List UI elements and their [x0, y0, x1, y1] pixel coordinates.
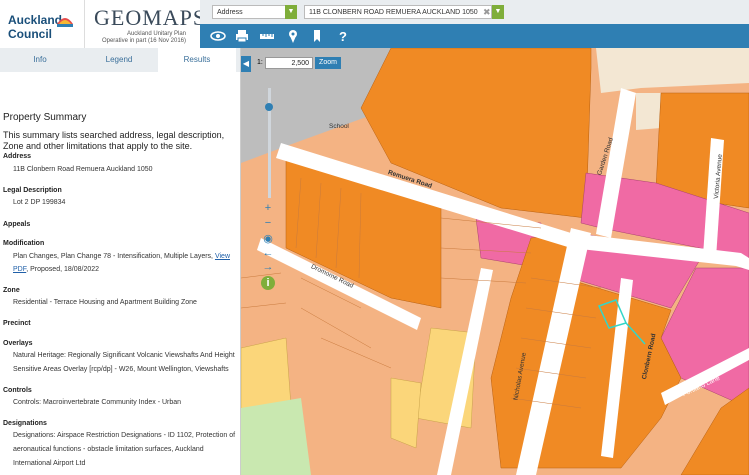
overlays-value: Natural Heritage: Regionally Significant…	[13, 352, 235, 373]
pin-icon[interactable]	[284, 27, 302, 45]
controls-label: Controls	[3, 387, 32, 394]
tab-info[interactable]: Info	[0, 48, 80, 72]
appeals-label: Appeals	[3, 221, 31, 228]
address-dropdown-icon[interactable]: ▼	[492, 5, 504, 19]
print-icon[interactable]	[233, 27, 251, 45]
modification-text: Plan Changes, Plan Change 78 - Intensifi…	[13, 253, 215, 260]
zone-value: Residential - Terrace Housing and Apartm…	[13, 299, 197, 306]
search-type-select[interactable]: Address	[212, 5, 296, 19]
scale-input[interactable]: 2,500	[265, 57, 313, 69]
measure-icon[interactable]	[258, 27, 276, 45]
legal-description-label: Legal Description	[3, 187, 62, 194]
modification-status: , Proposed, 18/08/2022	[26, 266, 100, 273]
globe-icon[interactable]: ◉	[261, 232, 275, 246]
info-icon[interactable]: i	[261, 276, 275, 290]
plan-name: Auckland Unitary Plan	[126, 31, 186, 37]
controls-value: Controls: Macroinvertebrate Community In…	[13, 399, 182, 406]
legal-description-value: Lot 2 DP 199834	[13, 199, 66, 206]
logo-text-line2: Council	[8, 27, 52, 41]
map-view[interactable]: ◀ 1: 2,500 Zoom + − ◉ ← → i School Remue…	[241, 48, 749, 475]
panel-tabs: Info Legend Results	[0, 48, 240, 72]
overlays-label: Overlays	[3, 340, 33, 347]
clear-search-icon[interactable]: ✖	[483, 5, 491, 19]
logo-text-line1: Auckland	[8, 13, 63, 27]
property-summary-intro: This summary lists searched address, leg…	[3, 130, 225, 151]
zoom-slider-handle[interactable]	[265, 103, 273, 111]
zone-label: Zone	[3, 287, 20, 294]
modification-value: Plan Changes, Plan Change 78 - Intensifi…	[13, 250, 237, 276]
search-type-dropdown-icon[interactable]: ▼	[285, 5, 297, 19]
zoom-button[interactable]: Zoom	[315, 57, 341, 69]
forward-arrow-icon[interactable]: →	[261, 260, 275, 274]
address-label: Address	[3, 153, 32, 160]
app-title: GEOMAPS	[94, 5, 207, 30]
tab-results[interactable]: Results	[158, 48, 236, 72]
park-parcel	[241, 398, 311, 475]
council-crest-icon	[57, 18, 73, 27]
address-search-input[interactable]: 11B CLONBERN ROAD REMUERA AUCKLAND 1050	[304, 5, 492, 19]
toolbar-icon-bar: ?	[200, 24, 749, 48]
info-panel: Info Legend Results Property Summary Thi…	[0, 48, 241, 475]
plan-status: Operative in part (16 Nov 2016)	[101, 38, 186, 44]
map-canvas[interactable]	[241, 48, 749, 475]
collapse-panel-icon[interactable]: ◀	[241, 56, 251, 72]
modification-label: Modification	[3, 240, 45, 247]
scale-prefix: 1:	[257, 59, 263, 66]
property-summary-title: Property Summary	[3, 112, 87, 123]
zoom-out-icon[interactable]: −	[261, 216, 275, 230]
designations-value: Designations: Airspace Restriction Desig…	[13, 432, 236, 467]
back-arrow-icon[interactable]: ←	[261, 246, 275, 260]
eye-icon[interactable]	[209, 27, 227, 45]
tab-legend[interactable]: Legend	[80, 48, 158, 72]
bookmark-icon[interactable]	[308, 27, 326, 45]
precinct-label: Precinct	[3, 320, 31, 327]
school-label: School	[329, 123, 349, 130]
zoom-in-icon[interactable]: +	[261, 201, 275, 215]
toolbar: Address ▼ 11B CLONBERN ROAD REMUERA AUCK…	[200, 0, 749, 48]
app-header: Auckland Council GEOMAPS Auckland Unitar…	[0, 0, 749, 48]
address-value: 11B Clonbern Road Remuera Auckland 1050	[13, 166, 153, 173]
designations-label: Designations	[3, 420, 47, 427]
svg-text:?: ?	[339, 29, 347, 44]
auckland-council-logo[interactable]: Auckland Council	[0, 0, 85, 48]
help-icon[interactable]: ?	[334, 27, 352, 45]
